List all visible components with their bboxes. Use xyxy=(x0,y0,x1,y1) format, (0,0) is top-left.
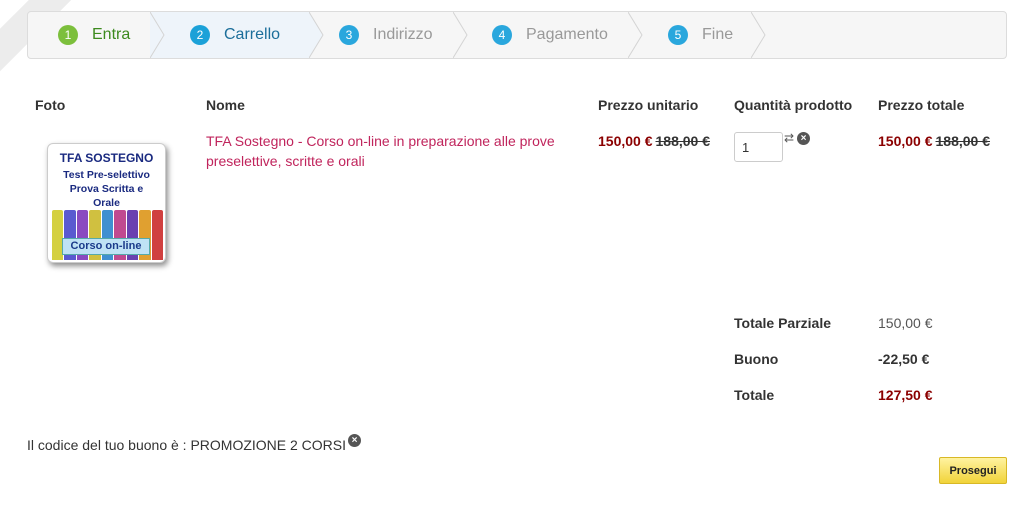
thumbnail-band: Corso on-line xyxy=(62,238,150,255)
total-price: 150,00 €188,00 € xyxy=(878,133,990,149)
subtotal-value: 150,00 € xyxy=(878,315,933,331)
step-fine[interactable]: 5 Fine xyxy=(668,12,733,58)
remove-item-icon[interactable]: × xyxy=(797,132,810,145)
thumbnail-title: TFA SOSTEGNO xyxy=(59,151,154,165)
header-total-price: Prezzo totale xyxy=(878,97,965,113)
subtotal-label: Totale Parziale xyxy=(734,315,832,331)
header-photo: Foto xyxy=(35,97,66,113)
step-indirizzo[interactable]: 3 Indirizzo xyxy=(339,12,433,58)
header-quantity: Quantità prodotto xyxy=(734,97,853,113)
voucher-label: Buono xyxy=(734,351,779,367)
step-separator-icon xyxy=(453,12,468,58)
total-label: Totale xyxy=(734,387,775,403)
refresh-icon[interactable]: ⇄ xyxy=(784,131,796,145)
unit-price: 150,00 €188,00 € xyxy=(598,133,710,149)
step-entra[interactable]: 1 Entra xyxy=(58,12,130,58)
step-separator-icon xyxy=(628,12,643,58)
step-label: Pagamento xyxy=(526,26,608,43)
step-separator-icon xyxy=(309,12,324,58)
step-number: 1 xyxy=(58,25,78,45)
unit-price-old: 188,00 € xyxy=(655,133,711,149)
step-number: 4 xyxy=(492,25,512,45)
quantity-input[interactable]: 1 xyxy=(734,132,783,162)
total-value: 127,50 € xyxy=(878,387,933,403)
product-thumbnail[interactable]: TFA SOSTEGNO Test Pre-selettivo Prova Sc… xyxy=(47,143,166,263)
step-label: Fine xyxy=(702,26,734,43)
step-number: 2 xyxy=(190,25,210,45)
step-carrello[interactable]: 2 Carrello xyxy=(190,12,280,58)
step-label: Indirizzo xyxy=(373,26,433,43)
unit-price-new: 150,00 € xyxy=(598,133,653,149)
step-label: Carrello xyxy=(224,26,281,43)
checkout-steps: 1 Entra 2 Carrello 3 Indirizzo 4 Pagamen… xyxy=(27,11,1007,59)
step-separator-icon xyxy=(751,12,766,58)
continue-button[interactable]: Prosegui xyxy=(939,457,1007,484)
thumbnail-subtitle: Test Pre-selettivo Prova Scritta e Orale xyxy=(63,169,150,209)
step-number: 5 xyxy=(668,25,688,45)
step-number: 3 xyxy=(339,25,359,45)
product-name-link[interactable]: TFA Sostegno - Corso on-line in preparaz… xyxy=(206,131,576,171)
total-price-old: 188,00 € xyxy=(935,133,991,149)
step-label: Entra xyxy=(92,26,131,43)
step-pagamento[interactable]: 4 Pagamento xyxy=(492,12,608,58)
total-price-new: 150,00 € xyxy=(878,133,933,149)
step-separator-icon xyxy=(150,12,165,58)
remove-coupon-icon[interactable]: × xyxy=(348,434,361,447)
header-name: Nome xyxy=(206,97,245,113)
voucher-value: -22,50 € xyxy=(878,351,930,367)
coupon-text: Il codice del tuo buono è : PROMOZIONE 2… xyxy=(27,437,347,453)
header-unit-price: Prezzo unitario xyxy=(598,97,699,113)
